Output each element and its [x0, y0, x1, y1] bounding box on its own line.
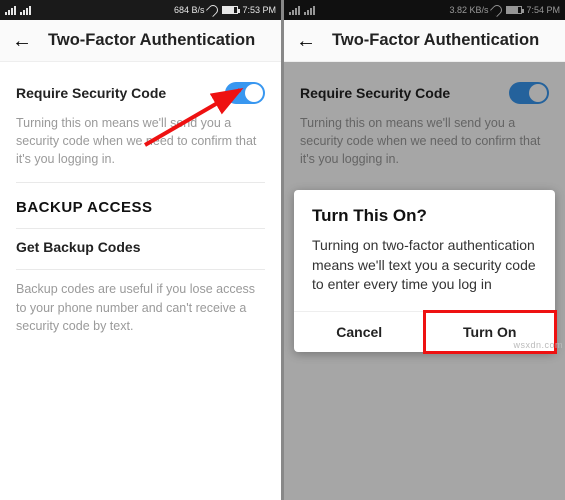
require-code-label: Require Security Code: [300, 85, 450, 101]
require-code-desc: Turning this on means we'll send you a s…: [300, 114, 549, 182]
cancel-button[interactable]: Cancel: [294, 312, 425, 352]
app-header: ← Two-Factor Authentication: [0, 20, 281, 62]
content-area: Require Security Code Turning this on me…: [284, 62, 565, 196]
require-code-toggle[interactable]: [509, 82, 549, 104]
page-title: Two-Factor Authentication: [332, 31, 539, 50]
screenshot-right: 3.82 KB/s 7:54 PM ← Two-Factor Authentic…: [284, 0, 565, 500]
signal-icon: [289, 6, 300, 15]
signal-icon-2: [20, 6, 31, 15]
require-code-row: Require Security Code: [16, 76, 265, 114]
require-code-label: Require Security Code: [16, 85, 166, 101]
clock: 7:54 PM: [526, 5, 560, 15]
clock: 7:53 PM: [242, 5, 276, 15]
backup-section-header: BACKUP ACCESS: [16, 183, 265, 228]
app-header: ← Two-Factor Authentication: [284, 20, 565, 62]
screenshot-left: 684 B/s 7:53 PM ← Two-Factor Authenticat…: [0, 0, 281, 500]
require-code-row: Require Security Code: [300, 76, 549, 114]
back-icon[interactable]: ←: [296, 31, 316, 51]
wifi-icon: [490, 3, 504, 17]
battery-icon: [222, 6, 238, 14]
back-icon[interactable]: ←: [12, 31, 32, 51]
wifi-icon: [206, 3, 220, 17]
net-speed: 684 B/s: [174, 5, 205, 15]
require-code-desc: Turning this on means we'll send you a s…: [16, 114, 265, 182]
dialog-body: Turning on two-factor authentication mea…: [294, 236, 555, 311]
net-speed: 3.82 KB/s: [449, 5, 488, 15]
get-backup-codes-link[interactable]: Get Backup Codes: [16, 229, 265, 269]
confirm-dialog: Turn This On? Turning on two-factor auth…: [294, 190, 555, 352]
require-code-toggle[interactable]: [225, 82, 265, 104]
signal-icon-2: [304, 6, 315, 15]
status-bar: 3.82 KB/s 7:54 PM: [284, 0, 565, 20]
dialog-title: Turn This On?: [294, 190, 555, 236]
content-area: Require Security Code Turning this on me…: [0, 62, 281, 363]
signal-icon: [5, 6, 16, 15]
watermark: wsxdn.com: [513, 340, 563, 350]
status-bar: 684 B/s 7:53 PM: [0, 0, 281, 20]
page-title: Two-Factor Authentication: [48, 31, 255, 50]
backup-desc: Backup codes are useful if you lose acce…: [16, 270, 265, 348]
battery-icon: [506, 6, 522, 14]
